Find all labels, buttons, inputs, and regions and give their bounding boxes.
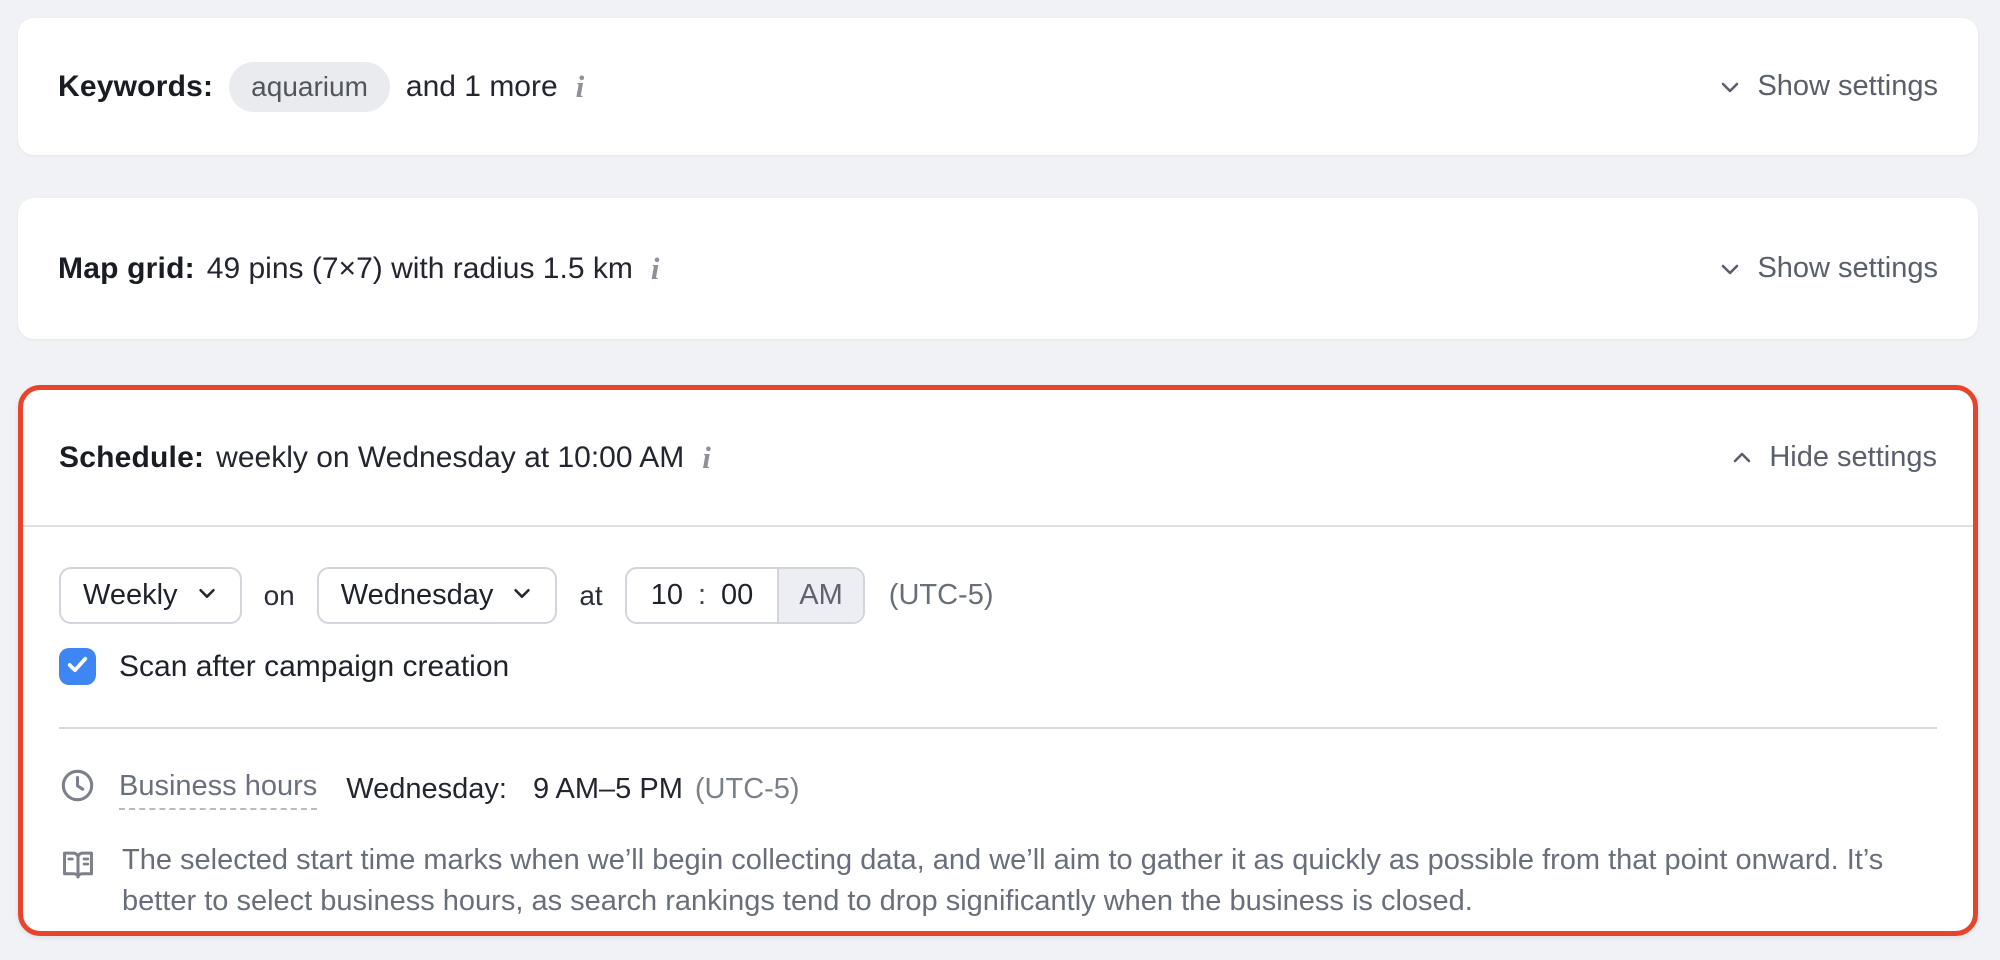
header-divider: [23, 525, 1973, 527]
chevron-down-icon: [1718, 75, 1742, 99]
keyword-chip[interactable]: aquarium: [229, 62, 390, 112]
schedule-note-row: The selected start time marks when we’ll…: [59, 840, 1937, 922]
scan-after-creation-row[interactable]: Scan after campaign creation: [59, 648, 1937, 685]
clock-icon: [59, 767, 96, 812]
chevron-up-icon: [1730, 446, 1754, 470]
minute-input[interactable]: 00: [721, 579, 753, 612]
keywords-title: Keywords:: [58, 70, 213, 104]
chevron-down-icon: [1718, 257, 1742, 281]
info-icon[interactable]: i: [651, 253, 660, 284]
chevron-down-icon: [511, 579, 533, 612]
map-grid-toggle-label: Show settings: [1757, 252, 1938, 285]
business-hours-row: Business hours Wednesday: 9 AM–5 PM (UTC…: [59, 767, 1937, 812]
map-grid-card: Map grid: 49 pins (7×7) with radius 1.5 …: [18, 198, 1978, 339]
meridiem-toggle[interactable]: AM: [777, 569, 863, 622]
keywords-more-label: and 1 more: [406, 70, 558, 104]
checkbox-checked[interactable]: [59, 648, 96, 685]
section-divider: [59, 727, 1937, 729]
book-icon: [59, 840, 97, 889]
info-icon[interactable]: i: [576, 71, 585, 102]
business-hours-day: Wednesday:: [346, 773, 507, 806]
schedule-title: Schedule:: [59, 441, 204, 475]
day-value: Wednesday: [341, 579, 494, 612]
map-grid-summary: 49 pins (7×7) with radius 1.5 km: [207, 252, 633, 286]
schedule-card: Schedule: weekly on Wednesday at 10:00 A…: [18, 385, 1978, 936]
hour-input[interactable]: 10: [651, 579, 683, 612]
chevron-down-icon: [196, 579, 218, 612]
schedule-note: The selected start time marks when we’ll…: [122, 840, 1922, 922]
frequency-select[interactable]: Weekly: [59, 567, 242, 624]
schedule-hide-settings-button[interactable]: Hide settings: [1730, 441, 1937, 474]
at-label: at: [577, 580, 604, 612]
timezone-label: (UTC-5): [889, 579, 994, 612]
map-grid-show-settings-button[interactable]: Show settings: [1718, 252, 1938, 285]
business-hours-value: 9 AM–5 PM: [533, 773, 683, 806]
on-label: on: [262, 580, 297, 612]
frequency-value: Weekly: [83, 579, 178, 612]
scan-after-creation-label: Scan after campaign creation: [119, 650, 509, 684]
day-select[interactable]: Wednesday: [317, 567, 558, 624]
keywords-toggle-label: Show settings: [1757, 70, 1938, 103]
time-picker: 10 : 00 AM: [625, 567, 865, 624]
schedule-summary: weekly on Wednesday at 10:00 AM: [216, 441, 684, 475]
info-icon[interactable]: i: [702, 442, 711, 473]
business-hours-timezone: (UTC-5): [695, 773, 800, 806]
map-grid-title: Map grid:: [58, 252, 195, 286]
keywords-show-settings-button[interactable]: Show settings: [1718, 70, 1938, 103]
check-icon: [65, 652, 90, 682]
time-separator: :: [698, 579, 706, 612]
business-hours-link[interactable]: Business hours: [119, 770, 317, 810]
schedule-controls: Weekly on Wednesday at 10 : 00 AM (UTC-5…: [59, 567, 1937, 624]
schedule-toggle-label: Hide settings: [1769, 441, 1937, 474]
keywords-card: Keywords: aquarium and 1 more i Show set…: [18, 18, 1978, 155]
